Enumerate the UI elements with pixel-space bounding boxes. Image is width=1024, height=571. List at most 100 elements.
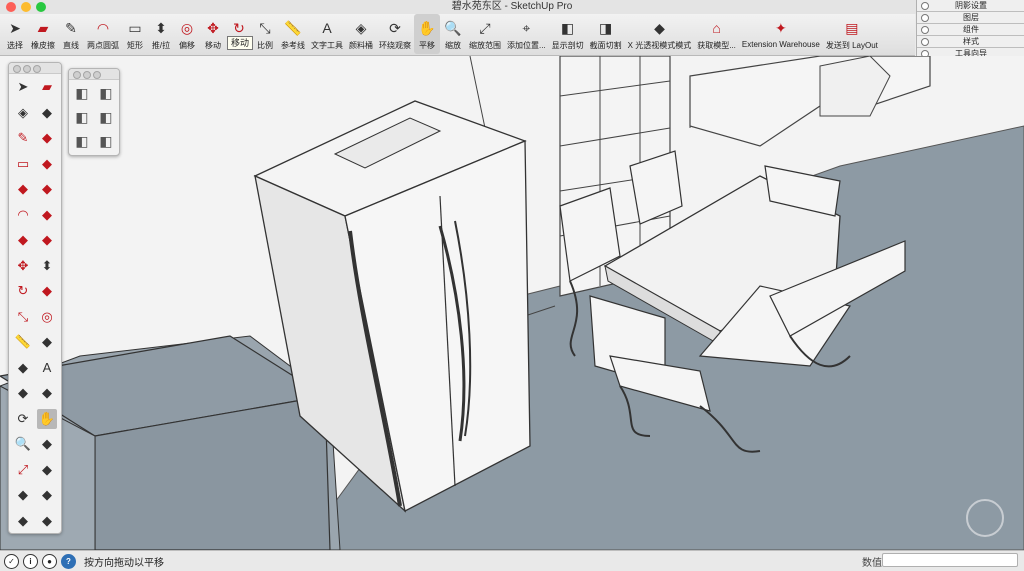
tray-layers[interactable]: 图层 [917,12,1024,24]
zoom-extents-icon[interactable]: ⤢ [13,460,33,480]
tape-measure-icon[interactable]: 📏 [13,332,33,352]
pie-icon[interactable]: ◆ [37,230,57,250]
toolbar-label: 直线 [63,41,79,50]
back-view-icon[interactable]: ◧ [72,131,92,151]
look-around-icon[interactable]: ◆ [13,511,33,531]
toolbar-layout-button[interactable]: ▤ 发送到 LayOut [823,14,881,54]
toolbar-getmodels-button[interactable]: ⌂ 获取模型... [694,14,739,54]
toolbar-xray-button[interactable]: ◆ X 光透视模式模式 [625,14,695,54]
toolbar-label: 移动 [205,41,221,50]
toolbar-line-button[interactable]: ✎ 直线 [58,14,84,54]
toolbar-label: 平移 [419,41,435,50]
polygon-icon[interactable]: ◆ [37,179,57,199]
toolbar-offset-button[interactable]: ◎ 偏移 [174,14,200,54]
protractor-icon[interactable]: ◆ [13,358,33,378]
views-palette: ◧ ◧ ◧ ◧ ◧ ◧ [68,68,120,156]
toolbar-eraser-button[interactable]: ▰ 橡皮擦 [28,14,58,54]
tray-shadows[interactable]: 阴影设置 [917,0,1024,12]
component-icon[interactable]: ◆ [37,103,57,123]
move-icon: ✥ [207,19,219,36]
two-point-arc-icon[interactable]: ◆ [37,205,57,225]
toolbar-pan-button[interactable]: ✋ 平移 [414,14,440,54]
3d-text-icon[interactable]: ◆ [37,383,57,403]
tray-components[interactable]: 组件 [917,24,1024,36]
toolbar-extwh-button[interactable]: ✦ Extension Warehouse [739,14,823,54]
toolbar-scale-button[interactable]: ⤡ 比例 [252,14,278,54]
toolbar-sectioncut-button[interactable]: ◨ 截面切割 [587,14,625,54]
toolbar-text-button[interactable]: A 文字工具 [308,14,346,54]
three-point-arc-icon[interactable]: ◆ [13,230,33,250]
toolbar-label: 比例 [257,41,273,50]
zoom-icon: 🔍 [444,19,462,36]
toolbar-extents-button[interactable]: ⤢ 缩放范围 [466,14,504,54]
model-viewport[interactable]: ➤ ▰ ◈ ◆ ✎ ◆ ▭ ◆ ◆ ◆ ◠ ◆ ◆ ◆ ✥ ⬍ ↻ ◆ ⤡ ◎ 📏 ◆ ◆ A ◆ ◆ ⟳ ✋ 🔍 ◆ ⤢ ◆ ◆ ◆ ◆ ◆ ◧ ◧ ◧… [0,56,1024,550]
toolbar-label: 橡皮擦 [31,41,55,50]
toolbar-position-button[interactable]: ⌖ 添加位置... [504,14,549,54]
rotate-icon[interactable]: ↻ [13,281,33,301]
circle-icon[interactable]: ◆ [13,179,33,199]
follow-me-icon[interactable]: ◆ [37,281,57,301]
dimension-icon[interactable]: ◆ [37,332,57,352]
freehand-icon[interactable]: ◆ [37,128,57,148]
display-section-icon: ◧ [561,19,575,36]
toolbar-label: 选择 [7,41,23,50]
measurements-input[interactable] [882,553,1018,567]
add-location-icon: ⌖ [522,19,531,36]
eraser-icon[interactable]: ▰ [37,77,57,97]
zoom-window-button[interactable] [36,2,46,12]
credits-icon[interactable]: i [23,553,38,569]
toolbar-arc-button[interactable]: ◠ 两点圆弧 [84,14,122,54]
expand-icon [921,14,929,22]
select-arrow-icon: ➤ [9,19,21,36]
scale-icon[interactable]: ⤡ [13,307,33,327]
status-bar: ✓ i ● ? 按方向拖动以平移 数值 [0,550,1024,571]
toolbar-showcut-button[interactable]: ◧ 显示剖切 [549,14,587,54]
arc-icon[interactable]: ◠ [13,205,33,225]
front-view-icon[interactable]: ◧ [72,107,92,127]
toolbar-zoom-button[interactable]: 🔍 缩放 [440,14,466,54]
previous-view-icon[interactable]: ◆ [37,460,57,480]
pencil-icon: ✎ [65,19,77,36]
close-window-button[interactable] [6,2,16,12]
left-view-icon[interactable]: ◧ [96,131,116,151]
rotated-rectangle-icon[interactable]: ◆ [37,154,57,174]
minimize-window-button[interactable] [21,2,31,12]
section-plane-icon[interactable]: ◆ [37,511,57,531]
extension-warehouse-icon: ✦ [775,19,787,36]
move-icon[interactable]: ✥ [13,256,33,276]
default-tray: 阴影设置 图层 组件 样式 工具向导 [916,0,1024,60]
walk-icon[interactable]: ◆ [37,485,57,505]
top-view-icon[interactable]: ◧ [96,83,116,103]
user-icon[interactable]: ● [42,553,57,569]
toolbar-pushpull-button[interactable]: ⬍ 推/拉 [148,14,174,54]
offset-icon[interactable]: ◎ [37,307,57,327]
tooltip: 移动 [227,36,254,50]
zoom-icon[interactable]: 🔍 [13,434,33,454]
tray-styles[interactable]: 样式 [917,36,1024,48]
text-icon[interactable]: A [37,358,57,378]
pencil-icon[interactable]: ✎ [13,128,33,148]
toolbar-move-button[interactable]: ✥ 移动 [200,14,226,54]
geo-location-icon[interactable]: ✓ [4,553,19,569]
main-toolbar: ➤选择▰橡皮擦✎直线◠两点圆弧▭矩形⬍推/拉◎偏移✥移动↻旋转⤡比例📏参考线A文… [0,14,915,56]
select-arrow-icon[interactable]: ➤ [13,77,33,97]
position-camera-icon[interactable]: ◆ [13,485,33,505]
help-icon[interactable]: ? [61,553,76,569]
orbit-icon[interactable]: ⟳ [13,409,33,429]
rectangle-icon[interactable]: ▭ [13,154,33,174]
paint-bucket-icon[interactable]: ◈ [13,103,33,123]
tape-measure-icon: 📏 [284,19,302,36]
right-view-icon[interactable]: ◧ [96,107,116,127]
toolbar-rect-button[interactable]: ▭ 矩形 [122,14,148,54]
toolbar-label: 截面切割 [589,41,622,50]
toolbar-select-button[interactable]: ➤ 选择 [2,14,28,54]
toolbar-paint-button[interactable]: ◈ 颜料桶 [346,14,376,54]
iso-view-icon[interactable]: ◧ [72,83,92,103]
push-pull-icon[interactable]: ⬍ [37,256,57,276]
pan-hand-icon[interactable]: ✋ [37,408,57,429]
toolbar-label: 偏移 [179,41,195,50]
zoom-window-icon[interactable]: ◆ [37,434,57,454]
axes-icon[interactable]: ◆ [13,383,33,403]
toolbar-tape-button[interactable]: 📏 参考线 [278,14,308,54]
toolbar-orbit-button[interactable]: ⟳ 环绕观察 [376,14,414,54]
